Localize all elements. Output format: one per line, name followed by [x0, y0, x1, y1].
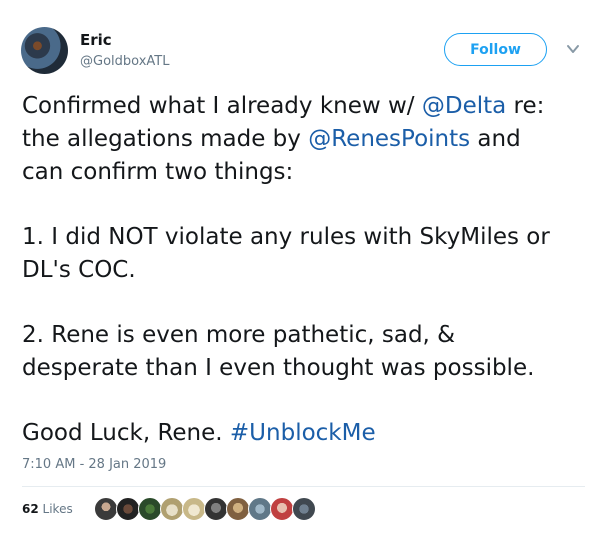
liker-avatars: [94, 497, 316, 521]
liker-avatar[interactable]: [248, 497, 272, 521]
hashtag-link[interactable]: #UnblockMe: [230, 420, 376, 446]
liker-avatar[interactable]: [94, 497, 118, 521]
tweet-line: 1. I did NOT violate any rules with SkyM…: [22, 224, 550, 250]
text-segment: the allegations made by: [22, 126, 309, 152]
liker-avatar[interactable]: [204, 497, 228, 521]
liker-avatar[interactable]: [138, 497, 162, 521]
tweet-line: the allegations made by @RenesPoints and: [22, 123, 592, 156]
author-name[interactable]: Eric: [80, 31, 112, 49]
likes-number: 62: [22, 502, 39, 516]
text-segment: Good Luck, Rene.: [22, 420, 230, 446]
tweet-timestamp[interactable]: 7:10 AM - 28 Jan 2019: [22, 457, 166, 472]
liker-avatar[interactable]: [116, 497, 140, 521]
tweet-line: DL's COC.: [22, 257, 136, 283]
liker-avatar[interactable]: [292, 497, 316, 521]
divider: [22, 486, 585, 487]
author-avatar[interactable]: [21, 27, 68, 74]
tweet-text: Confirmed what I already knew w/ @Delta …: [22, 90, 592, 450]
liker-avatar[interactable]: [182, 497, 206, 521]
tweet-line: Confirmed what I already knew w/ @Delta …: [22, 90, 592, 123]
likes-label: Likes: [42, 502, 73, 516]
author-handle[interactable]: @GoldboxATL: [80, 54, 169, 69]
tweet-line: 2. Rene is even more pathetic, sad, &: [22, 322, 456, 348]
text-segment: re:: [506, 93, 545, 119]
chevron-down-icon[interactable]: [566, 42, 580, 56]
text-segment: and: [470, 126, 521, 152]
mention-link[interactable]: @Delta: [422, 93, 506, 119]
liker-avatar[interactable]: [226, 497, 250, 521]
tweet-line: Good Luck, Rene. #UnblockMe: [22, 417, 592, 450]
liker-avatar[interactable]: [160, 497, 184, 521]
likes-count[interactable]: 62 Likes: [22, 502, 73, 516]
tweet-line: desperate than I even thought was possib…: [22, 355, 535, 381]
follow-button[interactable]: Follow: [444, 33, 547, 66]
text-segment: Confirmed what I already knew w/: [22, 93, 422, 119]
liker-avatar[interactable]: [270, 497, 294, 521]
mention-link[interactable]: @RenesPoints: [308, 126, 470, 152]
tweet-line: can confirm two things:: [22, 159, 294, 185]
